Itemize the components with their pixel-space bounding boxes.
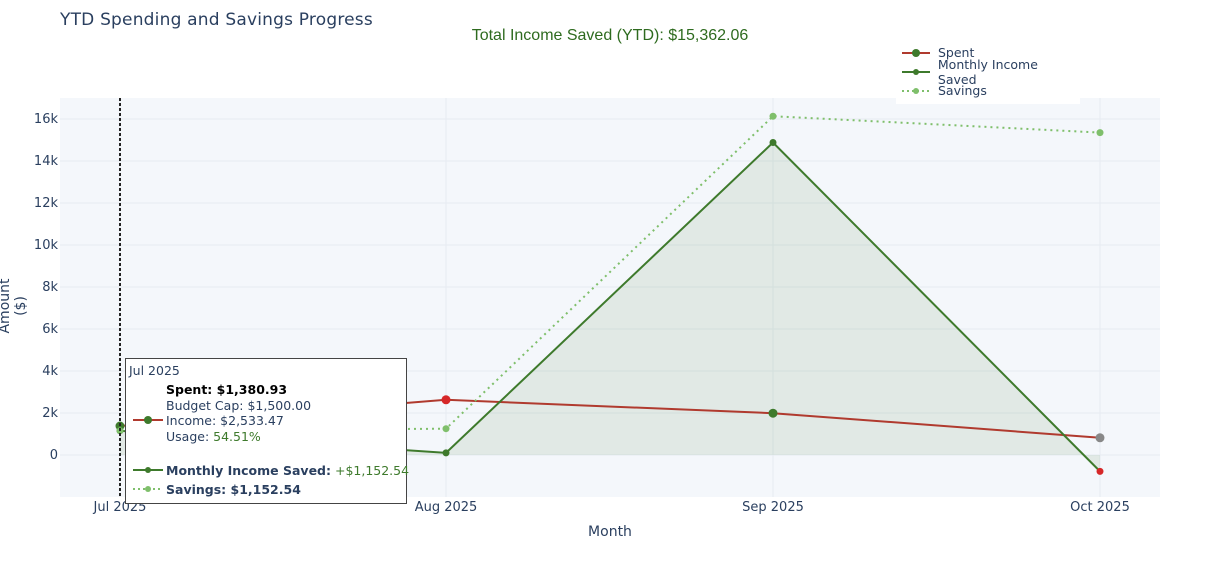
y-tick-label: 2k <box>42 406 58 421</box>
tooltip-monthly-saved: Monthly Income Saved: +$1,152.54 <box>166 463 409 478</box>
y-tick-label: 4k <box>42 364 58 379</box>
tooltip-usage: Usage: 54.51% <box>166 429 261 444</box>
legend-label-savings: Savings <box>938 83 987 98</box>
legend-item-income-saved[interactable]: Monthly Income Saved <box>900 57 1080 87</box>
legend: Spent Monthly Income Saved Savings <box>896 42 1080 104</box>
x-tick-label: Sep 2025 <box>742 500 804 515</box>
income-saved-point <box>1096 467 1104 475</box>
tooltip-usage-value: 54.51% <box>213 429 261 444</box>
legend-swatch-spent <box>902 48 930 57</box>
tooltip-swatch-income-saved <box>133 467 163 473</box>
y-tick-label: 0 <box>50 448 58 463</box>
spent-point <box>1095 433 1105 443</box>
y-tick-label: 14k <box>34 154 59 169</box>
legend-swatch-income-saved <box>902 68 930 75</box>
tooltip-usage-label: Usage: <box>166 429 214 444</box>
income-saved-point <box>442 449 450 457</box>
tooltip-budget-cap: Budget Cap: $1,500.00 <box>166 398 312 413</box>
tooltip-swatch-spent <box>133 416 163 424</box>
y-tick-label: 10k <box>34 238 59 253</box>
savings-point <box>1096 129 1104 137</box>
legend-swatch-savings <box>902 87 930 94</box>
y-axis-title: Amount ($) <box>0 278 29 334</box>
y-tick-label: 8k <box>42 280 58 295</box>
tooltip-spent: Spent: $1,380.93 <box>166 382 288 397</box>
savings-point <box>442 425 450 433</box>
y-tick-label: 16k <box>34 112 59 127</box>
legend-item-savings[interactable]: Savings <box>900 81 987 100</box>
tooltip-income: Income: $2,533.47 <box>166 413 284 428</box>
hover-tooltip: Jul 2025 Spent: $1,380.93 Budget Cap: $1… <box>125 358 409 504</box>
y-tick-label: 6k <box>42 322 58 337</box>
y-tick-label: 12k <box>34 196 59 211</box>
tooltip-swatch-savings <box>133 486 163 492</box>
savings-point <box>769 112 777 120</box>
x-axis-title: Month <box>588 524 632 540</box>
spent-point <box>441 395 451 405</box>
income-saved-point <box>769 139 777 147</box>
spent-point <box>768 408 778 418</box>
x-tick-label: Aug 2025 <box>415 500 478 515</box>
tooltip-monthly-value: +$1,152.54 <box>331 463 410 478</box>
tooltip-header: Jul 2025 <box>129 363 180 378</box>
tooltip-savings: Savings: $1,152.54 <box>166 482 301 497</box>
tooltip-monthly-label: Monthly Income Saved: <box>166 463 331 478</box>
x-tick-label: Oct 2025 <box>1070 500 1130 515</box>
